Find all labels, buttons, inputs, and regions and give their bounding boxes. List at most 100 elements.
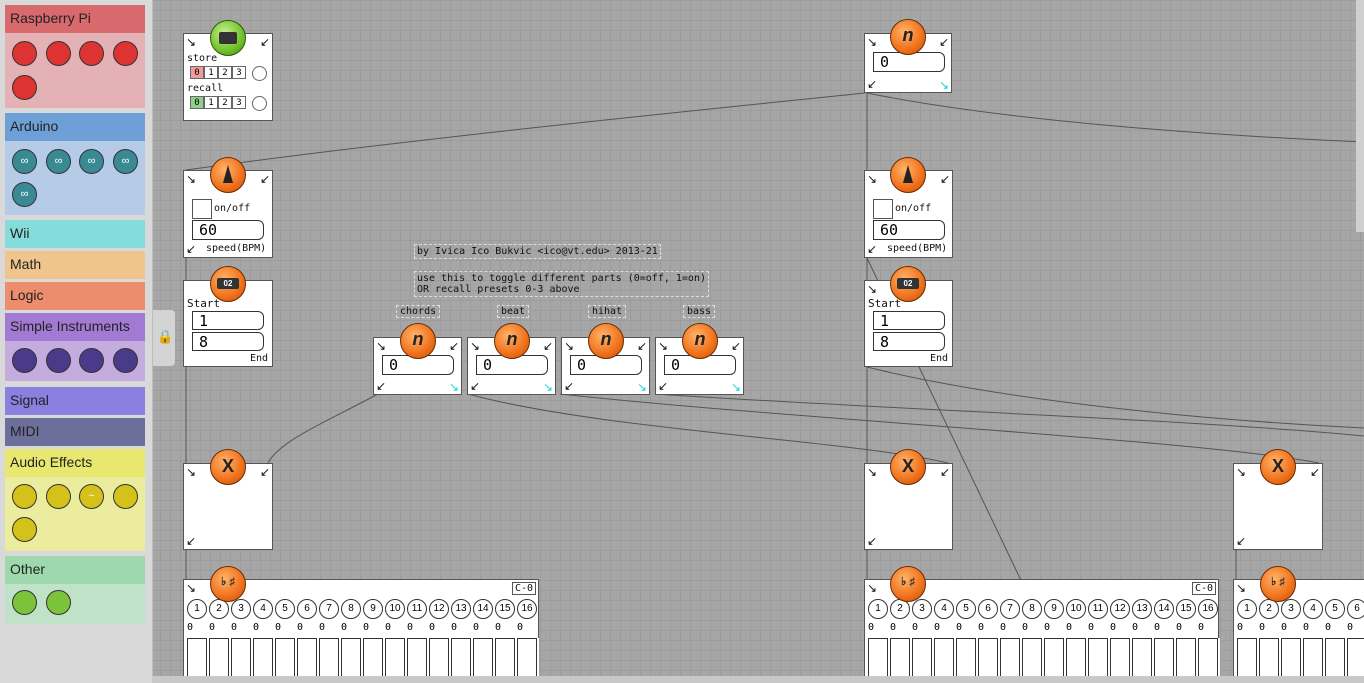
inlet-arrow: ↘ (867, 282, 878, 296)
vertical-scrollbar[interactable] (1356, 0, 1364, 232)
recall-slot[interactable]: 2 (218, 96, 232, 109)
step-button[interactable]: 10 (1066, 599, 1086, 619)
step-button[interactable]: 8 (1022, 599, 1042, 619)
pitch-icon[interactable]: ♭ ♯ (1260, 566, 1296, 602)
store-slot[interactable]: 2 (218, 66, 232, 79)
step-button[interactable]: 1 (187, 599, 207, 619)
bpm-field[interactable]: 60 (192, 220, 264, 240)
start-field[interactable]: 1 (873, 311, 945, 330)
store-slot[interactable]: 0 (190, 66, 204, 79)
outlet-arrow: ↘ (938, 78, 949, 92)
step-button[interactable]: 8 (341, 599, 361, 619)
patch-cord[interactable] (654, 393, 1364, 437)
store-slots[interactable]: 0 1 2 3 (190, 66, 246, 79)
step-button[interactable]: 2 (1259, 599, 1279, 619)
recall-slot[interactable]: 0 (190, 96, 204, 109)
step-button[interactable]: 3 (912, 599, 932, 619)
step-button[interactable]: 5 (1325, 599, 1345, 619)
number-icon[interactable]: n (494, 323, 530, 359)
step-button[interactable]: 7 (1000, 599, 1020, 619)
step-button[interactable]: 15 (1176, 599, 1196, 619)
store-slot[interactable]: 1 (204, 66, 218, 79)
step-button[interactable]: 6 (297, 599, 317, 619)
step-button[interactable]: 12 (1110, 599, 1130, 619)
step-button[interactable]: 9 (1044, 599, 1064, 619)
step-button[interactable]: 3 (1281, 599, 1301, 619)
step-button[interactable]: 2 (209, 599, 229, 619)
step-value: 0 (1325, 622, 1332, 633)
number-icon[interactable]: n (400, 323, 436, 359)
recall-slot[interactable]: 3 (232, 96, 246, 109)
step-buttons[interactable]: 123456 (1237, 599, 1364, 619)
step-button[interactable]: 2 (890, 599, 910, 619)
step-button[interactable]: 7 (319, 599, 339, 619)
step-button[interactable]: 1 (868, 599, 888, 619)
step-button[interactable]: 11 (1088, 599, 1108, 619)
piano-object[interactable]: ↘ 123456 0 0 0 0 0 0 (1233, 579, 1364, 683)
step-button[interactable]: 13 (1132, 599, 1152, 619)
pitch-icon[interactable]: ♭ ♯ (210, 566, 246, 602)
step-button[interactable]: 6 (978, 599, 998, 619)
preset-icon[interactable] (210, 20, 246, 56)
patch-cord[interactable] (467, 393, 949, 464)
inlet-arrow: ↙ (564, 379, 575, 393)
step-button[interactable]: 3 (231, 599, 251, 619)
bpm-field[interactable]: 60 (873, 220, 945, 240)
step-value: 0 (1044, 622, 1051, 633)
horizontal-scrollbar[interactable] (152, 676, 1364, 683)
step-buttons[interactable]: 1 2 3 4 5 6 7 8 9 10 11 12 13 14 15 16 (868, 599, 1220, 619)
number-field[interactable]: 0 (873, 52, 945, 72)
step-button[interactable]: 14 (473, 599, 493, 619)
multiply-icon[interactable]: X (1260, 449, 1296, 485)
author-comment: by Ivica Ico Bukvic <ico@vt.edu> 2013-21 (414, 244, 661, 259)
patch-cord[interactable] (866, 92, 1364, 143)
metronome-icon[interactable] (890, 157, 926, 193)
step-button[interactable]: 5 (956, 599, 976, 619)
end-field[interactable]: 8 (192, 332, 264, 351)
inlet-arrow: ↘ (186, 581, 197, 595)
step-button[interactable]: 4 (1303, 599, 1323, 619)
onoff-toggle[interactable] (873, 199, 893, 219)
recall-slot[interactable]: 1 (204, 96, 218, 109)
step-button[interactable]: 4 (934, 599, 954, 619)
step-value: 0 (231, 622, 238, 633)
step-button[interactable]: 16 (517, 599, 537, 619)
store-slot[interactable]: 3 (232, 66, 246, 79)
step-button[interactable]: 11 (407, 599, 427, 619)
step-buttons[interactable]: 1 2 3 4 5 6 7 8 9 10 11 12 13 14 15 16 (187, 599, 539, 619)
multiply-icon[interactable]: X (890, 449, 926, 485)
outlet-arrow: ↙ (259, 35, 270, 49)
store-bang[interactable] (252, 66, 267, 81)
part-label-beat: beat (497, 305, 530, 318)
number-icon[interactable]: n (890, 19, 926, 55)
step-button[interactable]: 13 (451, 599, 471, 619)
start-field[interactable]: 1 (192, 311, 264, 330)
step-button[interactable]: 15 (495, 599, 515, 619)
number-icon[interactable]: n (588, 323, 624, 359)
step-button[interactable]: 12 (429, 599, 449, 619)
step-button[interactable]: 16 (1198, 599, 1218, 619)
number-icon[interactable]: n (682, 323, 718, 359)
step-button[interactable]: 14 (1154, 599, 1174, 619)
metronome-icon[interactable] (210, 157, 246, 193)
end-field[interactable]: 8 (873, 332, 945, 351)
step-button[interactable]: 1 (1237, 599, 1257, 619)
recall-bang[interactable] (252, 96, 267, 111)
recall-slots[interactable]: 0 1 2 3 (190, 96, 246, 109)
counter-icon[interactable]: 02 (890, 266, 926, 302)
onoff-toggle[interactable] (192, 199, 212, 219)
step-button[interactable]: 9 (363, 599, 383, 619)
patch-cord[interactable] (185, 92, 866, 171)
end-label: End (929, 353, 948, 364)
inlet-arrow: ↙ (867, 77, 878, 91)
step-button[interactable]: 5 (275, 599, 295, 619)
inlet-arrow: ↙ (376, 379, 387, 393)
multiply-icon[interactable]: X (210, 449, 246, 485)
step-values: 0 0 0 0 0 0 0 0 0 0 0 0 0 0 0 0 (187, 622, 539, 633)
pitch-icon[interactable]: ♭ ♯ (890, 566, 926, 602)
step-button[interactable]: 4 (253, 599, 273, 619)
counter-icon[interactable]: 02 (210, 266, 246, 302)
step-button[interactable]: 6 (1347, 599, 1364, 619)
step-button[interactable]: 10 (385, 599, 405, 619)
patch-cord[interactable] (267, 393, 379, 464)
